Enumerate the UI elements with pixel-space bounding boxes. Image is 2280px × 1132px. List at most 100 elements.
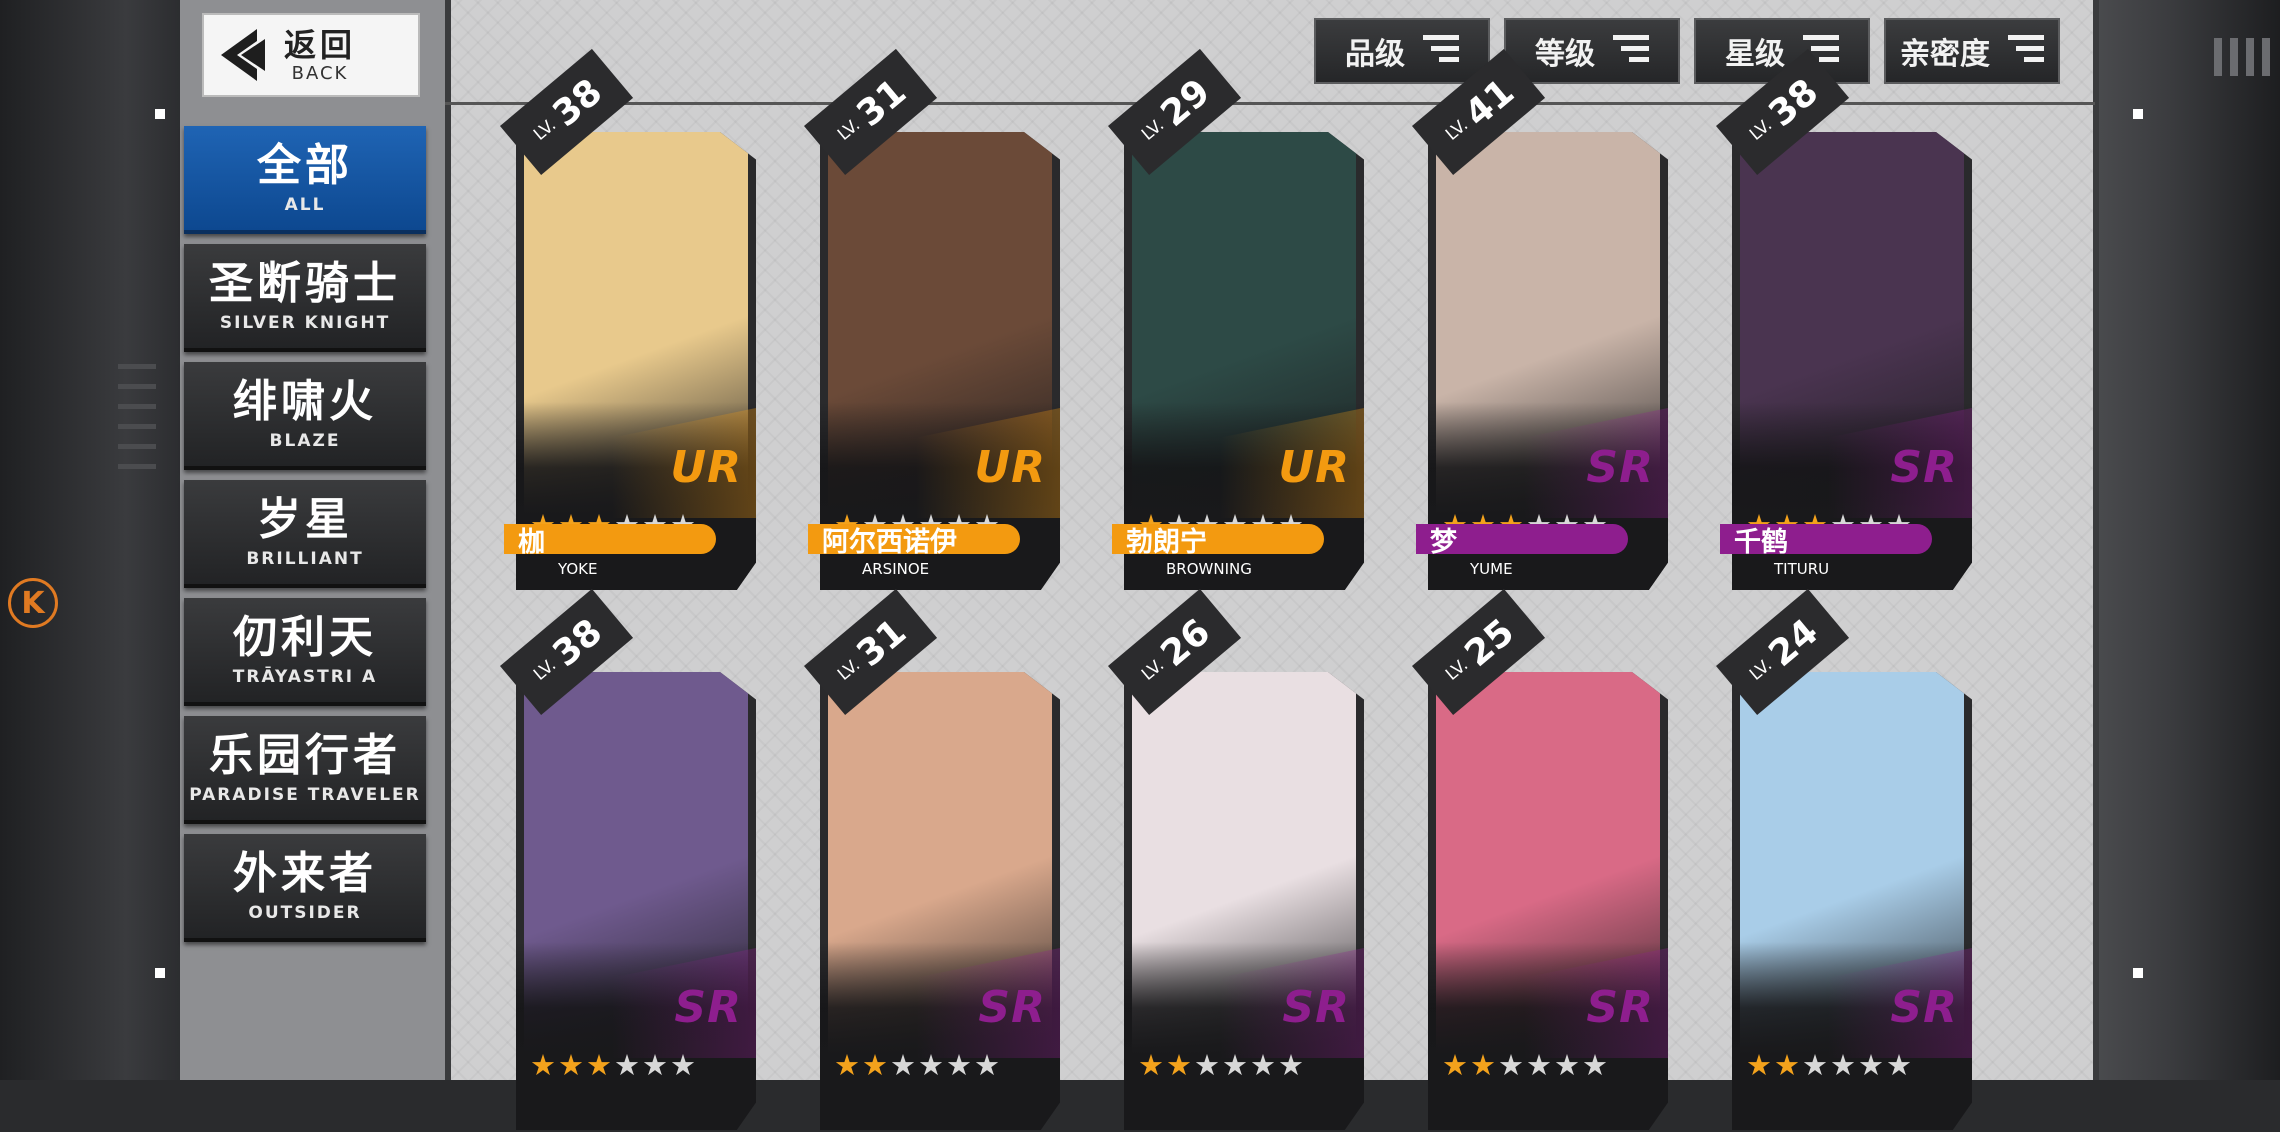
category-sublabel: OUTSIDER xyxy=(248,903,362,923)
star-icon: ★ xyxy=(558,1048,584,1082)
menu-bars-icon[interactable] xyxy=(2214,38,2270,76)
star-icon: ★ xyxy=(1746,1048,1772,1082)
sort-by-intimacy-button[interactable]: 亲密度 xyxy=(1884,18,2060,84)
character-card[interactable]: SR ★★★★★★ 梦 YUME LV. 41 xyxy=(1412,48,1668,592)
star-icon: ★ xyxy=(1830,1048,1856,1082)
sort-label: 亲密度 xyxy=(1900,37,1990,72)
sort-by-rarity-button[interactable]: 品级 xyxy=(1314,18,1490,84)
back-label: 返回 xyxy=(284,25,357,64)
back-arrow-icon xyxy=(204,20,274,90)
character-card[interactable]: SR ★ ★ ★ ★ ★ ★ LV. 26 xyxy=(1108,588,1364,1132)
category-label: 绯啸火 xyxy=(233,376,377,427)
category-all[interactable]: 全部 ALL xyxy=(184,126,426,234)
category-sublabel: BRILLIANT xyxy=(246,549,364,569)
rarity-badge: UR xyxy=(1278,442,1350,493)
category-brilliant[interactable]: 岁星 BRILLIANT xyxy=(184,480,426,588)
rarity-badge: SR xyxy=(674,982,742,1033)
character-name: 千鹤 xyxy=(1720,524,1932,558)
character-card[interactable]: UR ★★★★★★ 勃朗宁 BROWNING LV. 29 xyxy=(1108,48,1364,592)
corner-marker xyxy=(155,968,165,978)
back-button[interactable]: 返回 BACK xyxy=(202,13,420,97)
character-card[interactable]: SR ★ ★ ★ ★ ★ ★ LV. 24 xyxy=(1716,588,1972,1132)
rarity-badge: UR xyxy=(974,442,1046,493)
star-icon: ★ xyxy=(530,1048,556,1082)
star-icon: ★ xyxy=(614,1048,640,1082)
star-icon: ★ xyxy=(1526,1048,1552,1082)
character-card[interactable]: SR ★ ★ ★ ★ ★ ★ LV. 25 xyxy=(1412,588,1668,1132)
card-frame: UR ★★★★★★ xyxy=(516,132,756,590)
star-icon: ★ xyxy=(1886,1048,1912,1082)
star-icon: ★ xyxy=(1442,1048,1468,1082)
sort-label: 等级 xyxy=(1535,37,1595,72)
character-name-en: YOKE xyxy=(558,560,598,578)
category-outsider[interactable]: 外来者 OUTSIDER xyxy=(184,834,426,942)
panel-edge xyxy=(445,0,451,1080)
star-icon: ★ xyxy=(1278,1048,1304,1082)
rarity-badge: SR xyxy=(1586,982,1654,1033)
character-card[interactable]: SR ★ ★ ★ ★ ★ ★ LV. 38 xyxy=(500,588,756,1132)
sort-label: 品级 xyxy=(1345,37,1405,72)
rarity-badge: SR xyxy=(1282,982,1350,1033)
star-icon: ★ xyxy=(1250,1048,1276,1082)
character-card[interactable]: UR ★★★★★★ 枷 YOKE LV. 38 xyxy=(500,48,756,592)
star-rating: ★★★★★★ xyxy=(1138,1050,1304,1080)
star-icon: ★ xyxy=(834,1048,860,1082)
left-background xyxy=(0,0,180,1080)
category-silver-knight[interactable]: 圣断骑士 SILVER KNIGHT xyxy=(184,244,426,352)
card-frame: SR ★★★★★★ xyxy=(1124,672,1364,1130)
level-prefix: LV. xyxy=(1442,655,1473,685)
character-name-en: ARSINOE xyxy=(862,560,930,578)
category-label: 圣断骑士 xyxy=(209,258,401,309)
level-prefix: LV. xyxy=(1138,115,1169,145)
star-icon: ★ xyxy=(670,1048,696,1082)
card-frame: SR ★★★★★★ xyxy=(1428,672,1668,1130)
card-frame: SR ★★★★★★ xyxy=(820,672,1060,1130)
star-icon: ★ xyxy=(1138,1048,1164,1082)
level-prefix: LV. xyxy=(1138,655,1169,685)
star-icon: ★ xyxy=(946,1048,972,1082)
rarity-badge: SR xyxy=(1586,442,1654,493)
level-prefix: LV. xyxy=(1746,655,1777,685)
back-sublabel: BACK xyxy=(291,62,349,84)
category-label: 全部 xyxy=(257,140,353,191)
category-trayastria[interactable]: 仞利天 TRĀYASTRI A xyxy=(184,598,426,706)
character-card[interactable]: UR ★★★★★★ 阿尔西诺伊 ARSINOE LV. 31 xyxy=(804,48,1060,592)
star-icon: ★ xyxy=(586,1048,612,1082)
category-sublabel: TRĀYASTRI A xyxy=(232,667,378,687)
corner-marker xyxy=(155,109,165,119)
rarity-badge: UR xyxy=(670,442,742,493)
sort-icon xyxy=(1423,35,1459,67)
star-icon: ★ xyxy=(1166,1048,1192,1082)
level-prefix: LV. xyxy=(1442,115,1473,145)
character-name: 勃朗宁 xyxy=(1112,524,1324,558)
level-prefix: LV. xyxy=(1746,115,1777,145)
corner-marker xyxy=(2133,109,2143,119)
character-name: 枷 xyxy=(504,524,716,558)
side-decoration xyxy=(118,384,156,389)
star-icon: ★ xyxy=(1194,1048,1220,1082)
character-card[interactable]: SR ★★★★★★ 千鹤 TITURU LV. 38 xyxy=(1716,48,1972,592)
star-icon: ★ xyxy=(974,1048,1000,1082)
star-icon: ★ xyxy=(1774,1048,1800,1082)
k-logo-icon: K xyxy=(8,578,58,628)
star-icon: ★ xyxy=(918,1048,944,1082)
panel-edge xyxy=(2093,0,2099,1080)
category-sublabel: BLAZE xyxy=(269,431,341,451)
category-blaze[interactable]: 绯啸火 BLAZE xyxy=(184,362,426,470)
side-decoration xyxy=(118,404,156,409)
character-card[interactable]: SR ★ ★ ★ ★ ★ ★ LV. 31 xyxy=(804,588,1060,1132)
sort-icon xyxy=(2008,35,2044,67)
category-label: 岁星 xyxy=(257,494,353,545)
character-name-en: BROWNING xyxy=(1166,560,1252,578)
level-prefix: LV. xyxy=(834,115,865,145)
star-rating: ★★★★★★ xyxy=(1746,1050,1912,1080)
sort-label: 星级 xyxy=(1725,37,1785,72)
category-paradise-traveler[interactable]: 乐园行者 PARADISE TRAVELER xyxy=(184,716,426,824)
header-divider xyxy=(445,102,2095,105)
category-label: 仞利天 xyxy=(233,612,377,663)
level-prefix: LV. xyxy=(530,655,561,685)
star-rating: ★★★★★★ xyxy=(1442,1050,1608,1080)
sort-by-level-button[interactable]: 等级 xyxy=(1504,18,1680,84)
sort-icon xyxy=(1613,35,1649,67)
star-icon: ★ xyxy=(1470,1048,1496,1082)
